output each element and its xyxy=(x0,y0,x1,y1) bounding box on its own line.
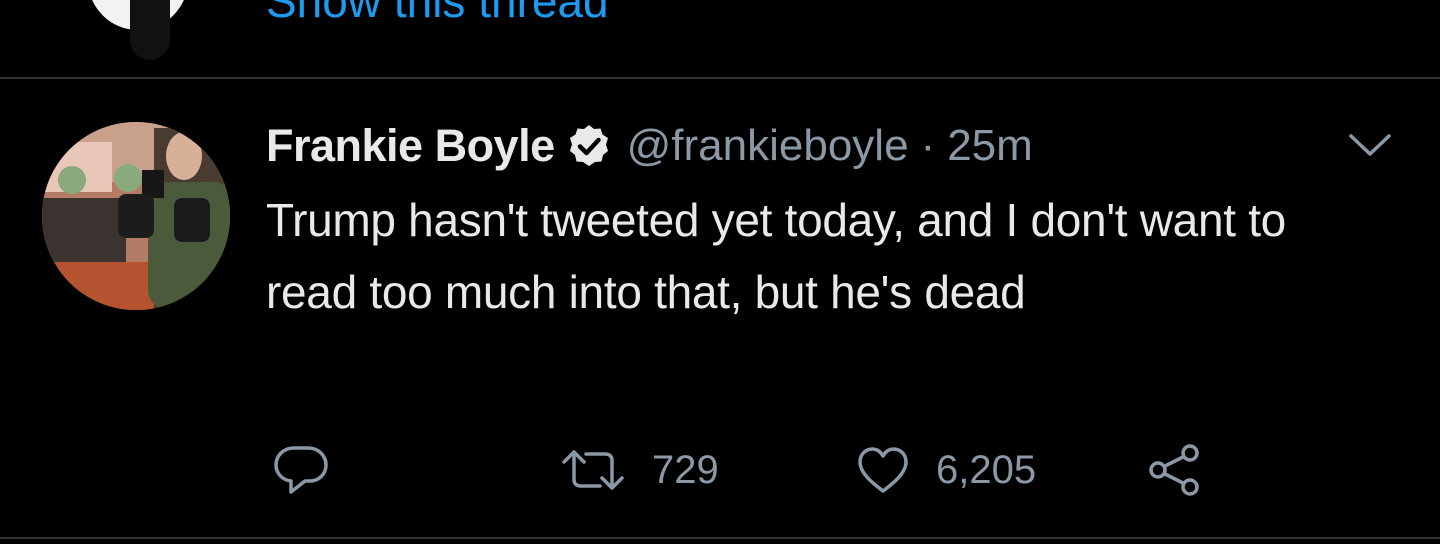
timestamp[interactable]: 25m xyxy=(947,121,1033,171)
divider xyxy=(0,537,1440,539)
like-button[interactable]: 6,205 xyxy=(856,438,1036,502)
chevron-down-icon[interactable] xyxy=(1346,128,1394,160)
avatar[interactable] xyxy=(42,122,230,310)
show-thread-link[interactable]: Show this thread xyxy=(266,0,609,24)
retweet-button[interactable]: 729 xyxy=(560,438,719,502)
separator-dot: · xyxy=(920,121,936,170)
reply-icon xyxy=(274,446,328,494)
heart-icon xyxy=(858,447,908,493)
tweet-header: Frankie Boyle @frankieboyle · 25m xyxy=(266,118,1033,174)
like-count: 6,205 xyxy=(936,447,1037,492)
previous-tweet-avatar[interactable] xyxy=(82,0,194,60)
tweet-page: Show this thread Frankie Boyle @frankieb… xyxy=(0,0,1440,544)
display-name[interactable]: Frankie Boyle xyxy=(266,120,555,172)
share-button[interactable] xyxy=(1146,438,1204,502)
tweet-text: Trump hasn't tweeted yet today, and I do… xyxy=(266,194,1286,318)
tweet-actions: 729 6,205 xyxy=(0,438,1440,502)
reply-button[interactable] xyxy=(272,438,356,502)
divider xyxy=(0,77,1440,79)
retweet-count: 729 xyxy=(652,447,719,492)
handle[interactable]: @frankieboyle xyxy=(627,121,909,171)
verified-badge-icon xyxy=(565,122,613,170)
avatar-photo xyxy=(42,122,230,310)
retweet-icon xyxy=(562,450,624,490)
share-icon xyxy=(1149,444,1199,496)
